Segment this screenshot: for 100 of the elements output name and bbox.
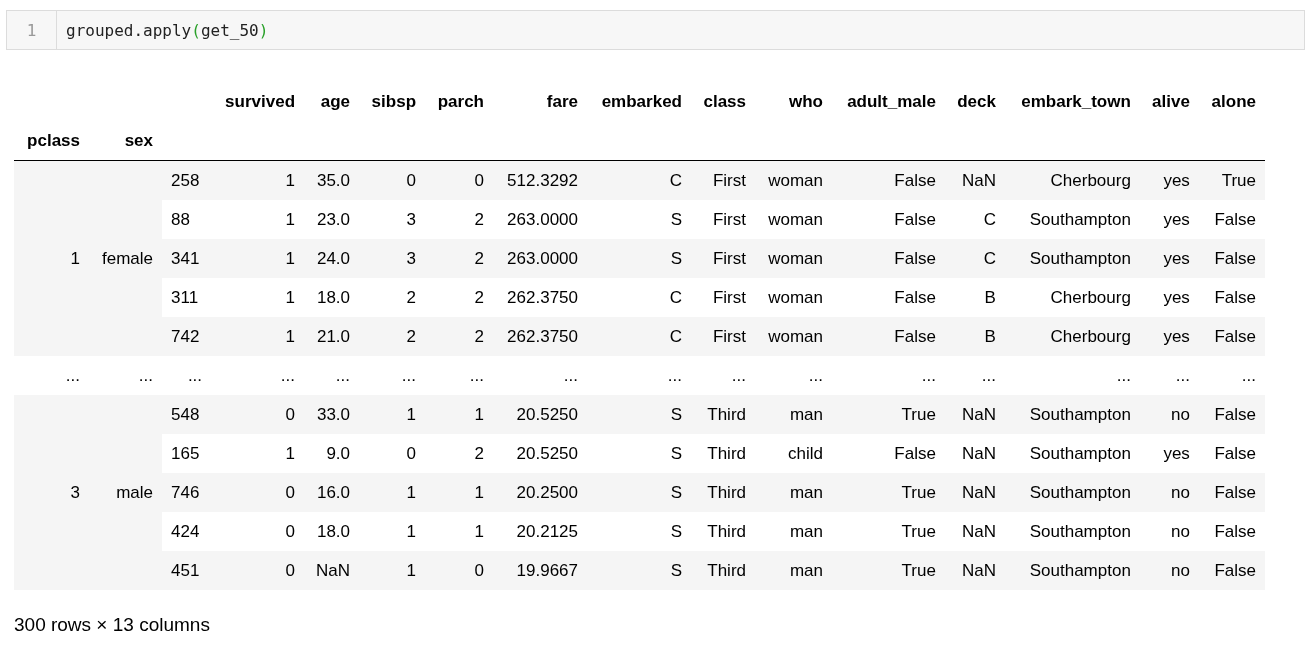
- table-cell: child: [788, 443, 823, 463]
- table-cell: First: [712, 248, 746, 268]
- column-header: deck: [957, 91, 996, 111]
- table-cell: S: [670, 209, 682, 229]
- table-cell: 2: [406, 287, 416, 307]
- table-cell: 16.0: [316, 482, 351, 502]
- index-cell: 451: [171, 560, 200, 580]
- index-header: pclass: [27, 130, 80, 150]
- table-cell: Southampton: [1029, 209, 1131, 229]
- table-cell: 0: [406, 443, 416, 463]
- table-cell: yes: [1163, 248, 1190, 268]
- table-cell: S: [670, 248, 682, 268]
- table-cell: False: [894, 248, 936, 268]
- column-header: embark_town: [1021, 91, 1131, 111]
- ellipsis-cell: ...: [401, 365, 416, 385]
- table-cell: 19.9667: [516, 560, 578, 580]
- table-cell: NaN: [961, 560, 996, 580]
- table-cell: B: [984, 287, 996, 307]
- table-cell: no: [1170, 404, 1190, 424]
- table-cell: 1: [474, 404, 484, 424]
- table-cell: False: [1214, 560, 1256, 580]
- table-cell: NaN: [961, 404, 996, 424]
- table-cell: Third: [707, 404, 746, 424]
- table-cell: NaN: [961, 170, 996, 190]
- table-cell: 20.5250: [516, 404, 578, 424]
- table-cell: True: [901, 560, 936, 580]
- table-cell: yes: [1163, 170, 1190, 190]
- index-cell: 258: [171, 170, 200, 190]
- ellipsis-cell: ...: [138, 365, 153, 385]
- ellipsis-cell: ...: [808, 365, 823, 385]
- table-cell: S: [670, 482, 682, 502]
- ellipsis-cell: ...: [563, 365, 578, 385]
- table-cell: woman: [768, 248, 823, 268]
- ellipsis-cell: ...: [469, 365, 484, 385]
- table-cell: False: [1214, 248, 1256, 268]
- table-cell: 1: [285, 287, 296, 307]
- index-cell: 3: [70, 482, 80, 502]
- table-cell: C: [983, 248, 996, 268]
- table-cell: NaN: [961, 482, 996, 502]
- table-cell: 1: [285, 443, 296, 463]
- ellipsis-cell: ...: [65, 365, 80, 385]
- table-cell: 262.3750: [507, 326, 578, 346]
- table-cell: no: [1170, 521, 1190, 541]
- table-cell: 33.0: [316, 404, 351, 424]
- table-cell: First: [712, 287, 746, 307]
- table-cell: 2: [474, 326, 484, 346]
- table-cell: 512.3292: [507, 170, 578, 190]
- table-cell: 263.0000: [507, 248, 578, 268]
- table-cell: 263.0000: [507, 209, 578, 229]
- table-summary: 300 rows × 13 columns: [14, 614, 211, 636]
- code-cell[interactable]: 1 grouped.apply(get_50): [6, 10, 1305, 50]
- column-header: embarked: [601, 91, 682, 111]
- index-cell: 1: [70, 248, 80, 268]
- table-cell: C: [983, 209, 996, 229]
- table-cell: 1: [406, 482, 416, 502]
- table-cell: 0: [474, 170, 484, 190]
- table-cell: First: [712, 170, 746, 190]
- index-cell: 548: [171, 404, 200, 424]
- table-cell: 1: [474, 521, 484, 541]
- table-cell: C: [669, 287, 682, 307]
- table-cell: 24.0: [316, 248, 351, 268]
- table-cell: Southampton: [1029, 521, 1131, 541]
- table-cell: False: [1214, 521, 1256, 541]
- table-cell: 2: [474, 287, 484, 307]
- table-cell: 20.5250: [516, 443, 578, 463]
- column-header: alone: [1211, 91, 1256, 111]
- table-cell: NaN: [961, 443, 996, 463]
- table-cell: 20.2500: [516, 482, 578, 502]
- index-cell: 165: [171, 443, 200, 463]
- table-cell: yes: [1163, 209, 1190, 229]
- table-cell: False: [1214, 209, 1256, 229]
- column-header: survived: [225, 91, 296, 111]
- column-header: adult_male: [847, 91, 936, 111]
- table-cell: woman: [768, 209, 823, 229]
- ellipsis-cell: ...: [1241, 365, 1256, 385]
- index-cell: 88: [171, 209, 190, 229]
- table-cell: 18.0: [316, 287, 351, 307]
- ellipsis-cell: ...: [280, 365, 296, 385]
- index-cell: 742: [171, 326, 200, 346]
- table-cell: Cherbourg: [1050, 287, 1131, 307]
- table-cell: Cherbourg: [1050, 326, 1131, 346]
- table-cell: Southampton: [1029, 248, 1131, 268]
- ellipsis-cell: ...: [921, 365, 936, 385]
- table-cell: Third: [707, 521, 746, 541]
- table-cell: 23.0: [316, 209, 351, 229]
- table-cell: 0: [285, 521, 296, 541]
- column-header: sibsp: [371, 91, 416, 111]
- column-header: fare: [546, 91, 578, 111]
- index-cell: female: [102, 248, 153, 268]
- table-cell: NaN: [961, 521, 996, 541]
- index-header: sex: [124, 130, 153, 150]
- ellipsis-cell: ...: [1175, 365, 1190, 385]
- index-cell: male: [116, 482, 153, 502]
- table-cell: Cherbourg: [1050, 170, 1131, 190]
- table-cell: 262.3750: [507, 287, 578, 307]
- index-cell: 311: [171, 287, 199, 307]
- table-cell: man: [789, 482, 823, 502]
- table-cell: 3: [406, 209, 416, 229]
- ellipsis-cell: ...: [731, 365, 746, 385]
- table-cell: 1: [285, 209, 296, 229]
